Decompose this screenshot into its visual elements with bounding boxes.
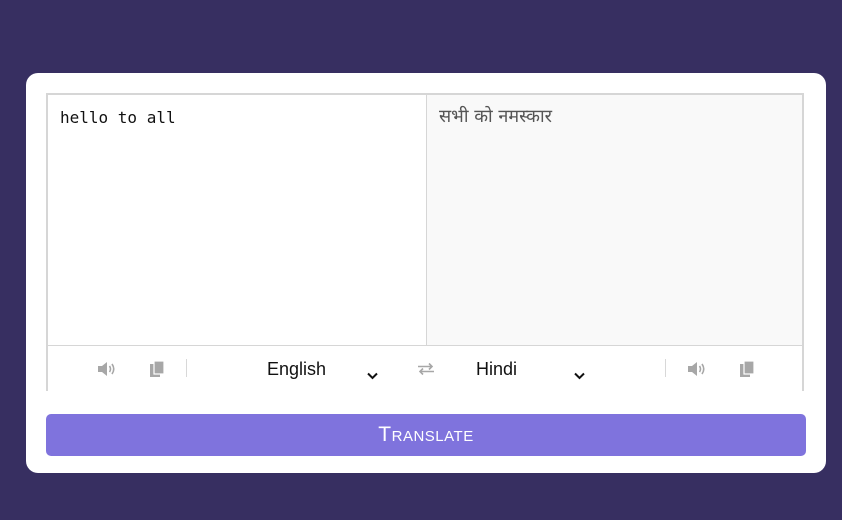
to-copy-icon[interactable] xyxy=(736,358,758,380)
text-input-panel: hello to all सभी को नमस्कार English Hind… xyxy=(46,93,804,391)
from-language-value: English xyxy=(267,358,327,379)
from-text-area[interactable]: hello to all xyxy=(48,95,427,345)
chevron-down-icon xyxy=(574,364,585,385)
exchange-icon[interactable] xyxy=(415,358,437,380)
from-volume-icon[interactable] xyxy=(96,358,118,380)
controls-bar: English Hindi xyxy=(48,345,802,391)
text-areas: hello to all सभी को नमस्कार xyxy=(48,95,802,345)
chevron-down-icon xyxy=(367,364,378,385)
translator-card: hello to all सभी को नमस्कार English Hind… xyxy=(26,73,826,473)
translate-button[interactable]: Translate xyxy=(46,414,806,456)
separator-left xyxy=(186,359,187,377)
to-text-area[interactable]: सभी को नमस्कार xyxy=(427,95,802,345)
to-volume-icon[interactable] xyxy=(686,358,708,380)
separator-right xyxy=(665,359,666,377)
from-language-select[interactable]: English xyxy=(267,356,379,382)
from-copy-icon[interactable] xyxy=(146,358,168,380)
to-language-select[interactable]: Hindi xyxy=(476,356,588,382)
to-language-value: Hindi xyxy=(476,358,518,379)
